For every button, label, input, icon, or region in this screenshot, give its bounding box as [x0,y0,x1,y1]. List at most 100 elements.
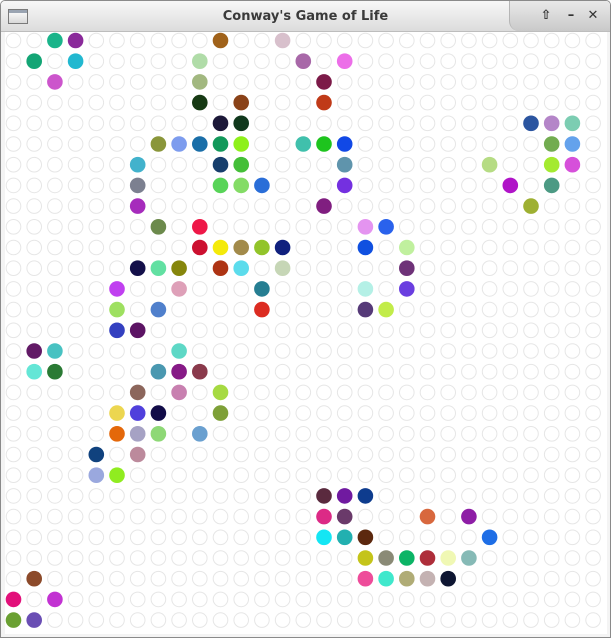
empty-cell[interactable] [88,156,105,173]
empty-cell[interactable] [399,405,415,421]
empty-cell[interactable] [316,239,332,256]
empty-cell[interactable] [47,570,63,587]
empty-cell[interactable] [5,177,22,194]
empty-cell[interactable] [67,570,84,587]
empty-cell[interactable] [419,94,436,111]
empty-cell[interactable] [523,281,539,297]
empty-cell[interactable] [523,343,539,359]
empty-cell[interactable] [357,322,374,339]
empty-cell[interactable] [440,301,457,318]
empty-cell[interactable] [399,591,415,608]
empty-cell[interactable] [5,219,22,235]
live-cell[interactable] [543,156,560,173]
empty-cell[interactable] [233,343,249,359]
empty-cell[interactable] [461,53,477,70]
empty-cell[interactable] [150,529,167,546]
empty-cell[interactable] [419,260,436,276]
empty-cell[interactable] [295,508,312,525]
empty-cell[interactable] [233,53,249,70]
empty-cell[interactable] [212,322,229,339]
empty-cell[interactable] [171,239,187,256]
empty-cell[interactable] [67,405,84,421]
empty-cell[interactable] [481,570,498,587]
empty-cell[interactable] [5,446,22,463]
empty-cell[interactable] [109,74,125,90]
empty-cell[interactable] [543,405,560,421]
empty-cell[interactable] [585,115,601,132]
empty-cell[interactable] [295,550,312,566]
empty-cell[interactable] [233,612,249,628]
live-cell[interactable] [357,281,374,297]
empty-cell[interactable] [67,343,84,359]
live-cell[interactable] [316,94,332,111]
empty-cell[interactable] [378,529,394,546]
empty-cell[interactable] [26,446,43,463]
empty-cell[interactable] [316,405,332,421]
empty-cell[interactable] [419,281,436,297]
empty-cell[interactable] [585,136,601,152]
empty-cell[interactable] [543,53,560,70]
empty-cell[interactable] [274,529,291,546]
empty-cell[interactable] [295,446,312,463]
empty-cell[interactable] [440,426,457,442]
empty-cell[interactable] [336,198,353,214]
live-cell[interactable] [336,488,353,504]
empty-cell[interactable] [274,570,291,587]
live-cell[interactable] [150,426,167,442]
live-cell[interactable] [171,363,187,380]
empty-cell[interactable] [399,136,415,152]
empty-cell[interactable] [254,53,270,70]
empty-cell[interactable] [502,198,519,214]
empty-cell[interactable] [543,384,560,401]
empty-cell[interactable] [461,343,477,359]
empty-cell[interactable] [523,570,539,587]
live-cell[interactable] [26,570,42,587]
maximize-button[interactable]: ⇧ [535,6,557,26]
live-cell[interactable] [109,405,125,421]
live-cell[interactable] [316,529,332,546]
empty-cell[interactable] [399,322,415,339]
empty-cell[interactable] [336,94,353,111]
live-cell[interactable] [564,156,581,173]
empty-cell[interactable] [585,384,601,401]
empty-cell[interactable] [295,426,312,442]
empty-cell[interactable] [523,177,539,194]
live-cell[interactable] [129,177,146,194]
empty-cell[interactable] [481,363,498,380]
live-cell[interactable] [419,570,436,587]
live-cell[interactable] [192,363,208,380]
empty-cell[interactable] [336,301,353,318]
empty-cell[interactable] [171,74,187,90]
empty-cell[interactable] [295,198,312,214]
empty-cell[interactable] [150,322,167,339]
empty-cell[interactable] [171,219,187,235]
empty-cell[interactable] [254,570,270,587]
empty-cell[interactable] [543,363,560,380]
empty-cell[interactable] [67,467,84,484]
empty-cell[interactable] [295,74,312,90]
empty-cell[interactable] [295,239,312,256]
empty-cell[interactable] [523,384,539,401]
empty-cell[interactable] [585,488,601,504]
empty-cell[interactable] [274,612,291,628]
empty-cell[interactable] [336,612,353,628]
live-cell[interactable] [192,239,208,256]
empty-cell[interactable] [523,32,539,49]
empty-cell[interactable] [192,446,208,463]
empty-cell[interactable] [254,198,270,214]
live-cell[interactable] [233,94,249,111]
empty-cell[interactable] [461,177,477,194]
empty-cell[interactable] [47,301,63,318]
live-cell[interactable] [192,219,208,235]
empty-cell[interactable] [88,53,105,70]
live-cell[interactable] [461,508,477,525]
empty-cell[interactable] [47,239,63,256]
empty-cell[interactable] [461,301,477,318]
empty-cell[interactable] [295,363,312,380]
empty-cell[interactable] [233,322,249,339]
empty-cell[interactable] [461,32,477,49]
empty-cell[interactable] [481,446,498,463]
empty-cell[interactable] [585,94,601,111]
empty-cell[interactable] [564,446,581,463]
empty-cell[interactable] [585,612,601,628]
